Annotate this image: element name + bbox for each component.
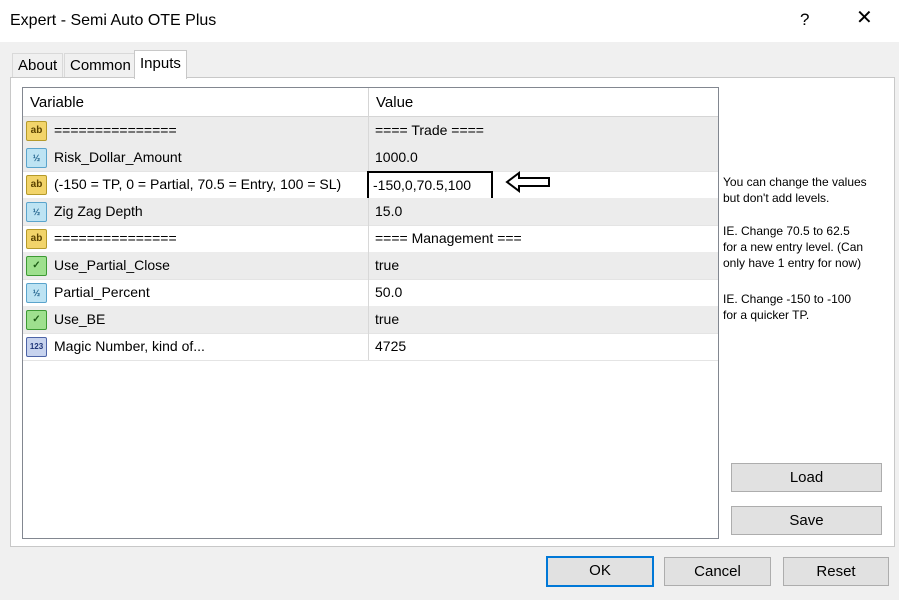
cancel-button[interactable]: Cancel xyxy=(664,557,771,586)
grid-row[interactable]: ½ Partial_Percent 50.0 xyxy=(23,279,718,307)
column-header-variable[interactable]: Variable xyxy=(30,94,84,111)
help-icon[interactable]: ? xyxy=(800,10,809,30)
annotation-text: You can change the values xyxy=(723,175,867,189)
grid-row[interactable]: ab =============== ==== Trade ==== xyxy=(23,117,718,145)
double-type-icon: ½ xyxy=(26,148,47,168)
string-type-icon: ab xyxy=(26,121,47,141)
annotation-text: but don't add levels. xyxy=(723,191,830,205)
variable-value[interactable]: 15.0 xyxy=(375,203,402,219)
variable-value[interactable]: 50.0 xyxy=(375,284,402,300)
variable-value[interactable]: ==== Management === xyxy=(375,230,522,246)
left-arrow-icon xyxy=(505,171,550,193)
int-type-icon: 123 xyxy=(26,337,47,357)
grid-header: Variable Value xyxy=(23,88,718,117)
variable-value[interactable]: ==== Trade ==== xyxy=(375,122,484,138)
variable-name: Zig Zag Depth xyxy=(54,203,143,219)
string-type-icon: ab xyxy=(26,229,47,249)
inputs-grid[interactable]: Variable Value ab =============== ==== Tr… xyxy=(22,87,719,539)
reset-button[interactable]: Reset xyxy=(783,557,889,586)
annotation-note-2: IE. Change 70.5 to 62.5 for a new entry … xyxy=(723,223,863,271)
close-icon[interactable]: ✕ xyxy=(856,8,873,28)
window-title: Expert - Semi Auto OTE Plus xyxy=(10,12,217,29)
variable-value[interactable]: true xyxy=(375,257,399,273)
tab-about[interactable]: About xyxy=(12,53,64,78)
variable-value[interactable]: true xyxy=(375,311,399,327)
variable-value[interactable]: -150,0,70.5,100 xyxy=(373,177,471,193)
string-type-icon: ab xyxy=(26,175,47,195)
annotation-text: for a quicker TP. xyxy=(723,308,810,322)
grid-row[interactable]: ✓ Use_Partial_Close true xyxy=(23,252,718,280)
annotation-text: IE. Change 70.5 to 62.5 xyxy=(723,224,850,238)
variable-name: (-150 = TP, 0 = Partial, 70.5 = Entry, 1… xyxy=(54,176,342,192)
variable-name: Use_Partial_Close xyxy=(54,257,170,273)
annotation-text: only have 1 entry for now) xyxy=(723,256,862,270)
variable-name: =============== xyxy=(54,230,177,246)
tab-common[interactable]: Common xyxy=(64,53,137,78)
tab-inputs[interactable]: Inputs xyxy=(134,50,187,79)
ok-button[interactable]: OK xyxy=(546,556,654,587)
grid-row[interactable]: ½ Risk_Dollar_Amount 1000.0 xyxy=(23,144,718,172)
bool-type-icon: ✓ xyxy=(26,310,47,330)
grid-row[interactable]: ab =============== ==== Management === xyxy=(23,225,718,253)
column-header-value[interactable]: Value xyxy=(376,94,413,111)
value-edit-field[interactable]: -150,0,70.5,100 xyxy=(367,171,493,200)
variable-name: Partial_Percent xyxy=(54,284,150,300)
variable-name: Use_BE xyxy=(54,311,106,327)
variable-value[interactable]: 4725 xyxy=(375,338,406,354)
save-button[interactable]: Save xyxy=(731,506,882,535)
annotation-note-1: You can change the values but don't add … xyxy=(723,174,867,206)
annotation-note-3: IE. Change -150 to -100 for a quicker TP… xyxy=(723,291,851,323)
bool-type-icon: ✓ xyxy=(26,256,47,276)
variable-value[interactable]: 1000.0 xyxy=(375,149,418,165)
double-type-icon: ½ xyxy=(26,283,47,303)
grid-row[interactable]: ½ Zig Zag Depth 15.0 xyxy=(23,198,718,226)
annotation-text: for a new entry level. (Can xyxy=(723,240,864,254)
annotation-text: IE. Change -150 to -100 xyxy=(723,292,852,306)
variable-name: =============== xyxy=(54,122,177,138)
title-bar: Expert - Semi Auto OTE Plus ? ✕ xyxy=(0,0,899,42)
variable-name: Risk_Dollar_Amount xyxy=(54,149,182,165)
double-type-icon: ½ xyxy=(26,202,47,222)
grid-row[interactable]: ✓ Use_BE true xyxy=(23,306,718,334)
grid-row[interactable]: ab (-150 = TP, 0 = Partial, 70.5 = Entry,… xyxy=(23,171,718,200)
grid-row[interactable]: 123 Magic Number, kind of... 4725 xyxy=(23,333,718,361)
column-divider[interactable] xyxy=(368,88,369,116)
variable-name: Magic Number, kind of... xyxy=(54,338,205,354)
load-button[interactable]: Load xyxy=(731,463,882,492)
